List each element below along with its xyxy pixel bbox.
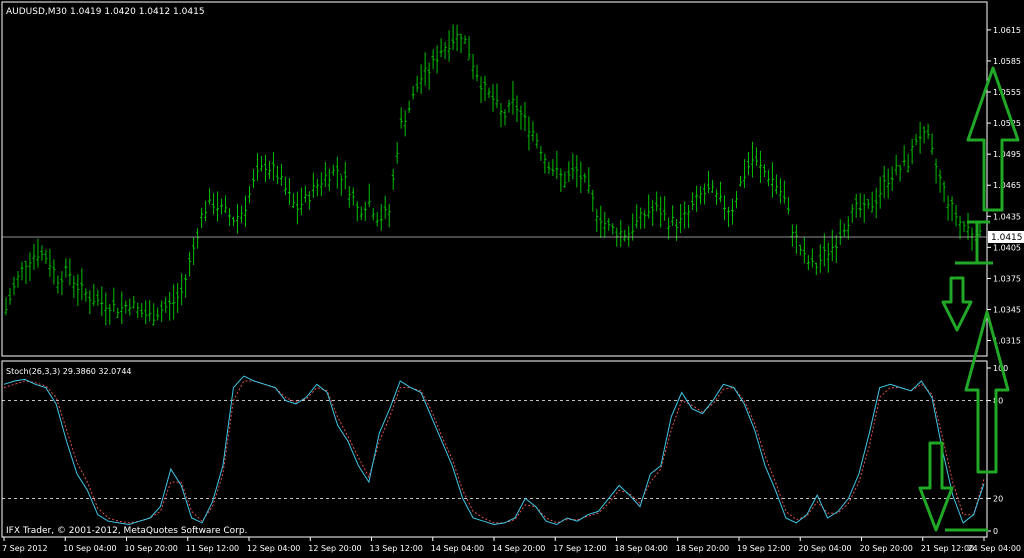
time-axis-label: 20 Sep 04:00 [798, 544, 851, 553]
current-price-label: 1.0415 [991, 233, 1023, 243]
stoch-indicator-label: Stoch(26,3,3) 29.3860 32.0744 [6, 367, 132, 376]
time-axis-label: 12 Sep 04:00 [247, 544, 300, 553]
time-axis-label: 21 Sep 12:00 [921, 544, 974, 553]
ohlc-label: 1.0419 1.0420 1.0412 1.0415 [70, 7, 205, 17]
time-axis-label: 11 Sep 12:00 [186, 544, 239, 553]
time-axis-label: 14 Sep 04:00 [431, 544, 484, 553]
price-axis-label: 1.0615 [993, 26, 1021, 35]
copyright-label: IFX Trader, © 2001-2012, MetaQuotes Soft… [6, 526, 247, 536]
time-axis-label: 20 Sep 20:00 [860, 544, 913, 553]
price-axis-label: 1.0555 [993, 88, 1021, 97]
price-axis-label: 1.0585 [993, 57, 1021, 66]
price-axis-label: 1.0405 [993, 243, 1021, 252]
price-axis-label: 1.0465 [993, 181, 1021, 190]
time-axis-label: 19 Sep 12:00 [737, 544, 790, 553]
symbol-label: AUDUSD,M30 [6, 7, 67, 17]
time-axis-label: 18 Sep 04:00 [615, 544, 668, 553]
time-axis-label: 17 Sep 12:00 [553, 544, 606, 553]
price-axis-label: 1.0495 [993, 150, 1021, 159]
time-axis-label: 10 Sep 04:00 [63, 544, 116, 553]
chart-background [0, 0, 1024, 554]
price-axis-label: 1.0345 [993, 305, 1021, 314]
time-axis-label: 7 Sep 2012 [2, 544, 48, 553]
time-axis-label: 18 Sep 20:00 [676, 544, 729, 553]
price-axis-label: 1.0435 [993, 212, 1021, 221]
time-axis-label: 14 Sep 20:00 [492, 544, 545, 553]
time-axis-label: 24 Sep 04:00 [968, 544, 1021, 553]
time-axis-label: 13 Sep 12:00 [370, 544, 423, 553]
trading-chart: 1.0615 1.0585 1.0555 1.0525 1.0495 1.0465 1.04… [0, 0, 1024, 554]
stoch-axis-label: 20 [993, 494, 1003, 503]
stoch-axis-label: 0 [993, 527, 998, 536]
price-axis-label: 1.0375 [993, 274, 1021, 283]
chart-canvas: 1.0615 1.0585 1.0555 1.0525 1.0495 1.0465 1.04… [0, 0, 1024, 554]
time-axis-label: 12 Sep 20:00 [308, 544, 361, 553]
price-axis-label: 1.0525 [993, 119, 1021, 128]
time-axis-label: 10 Sep 20:00 [125, 544, 178, 553]
